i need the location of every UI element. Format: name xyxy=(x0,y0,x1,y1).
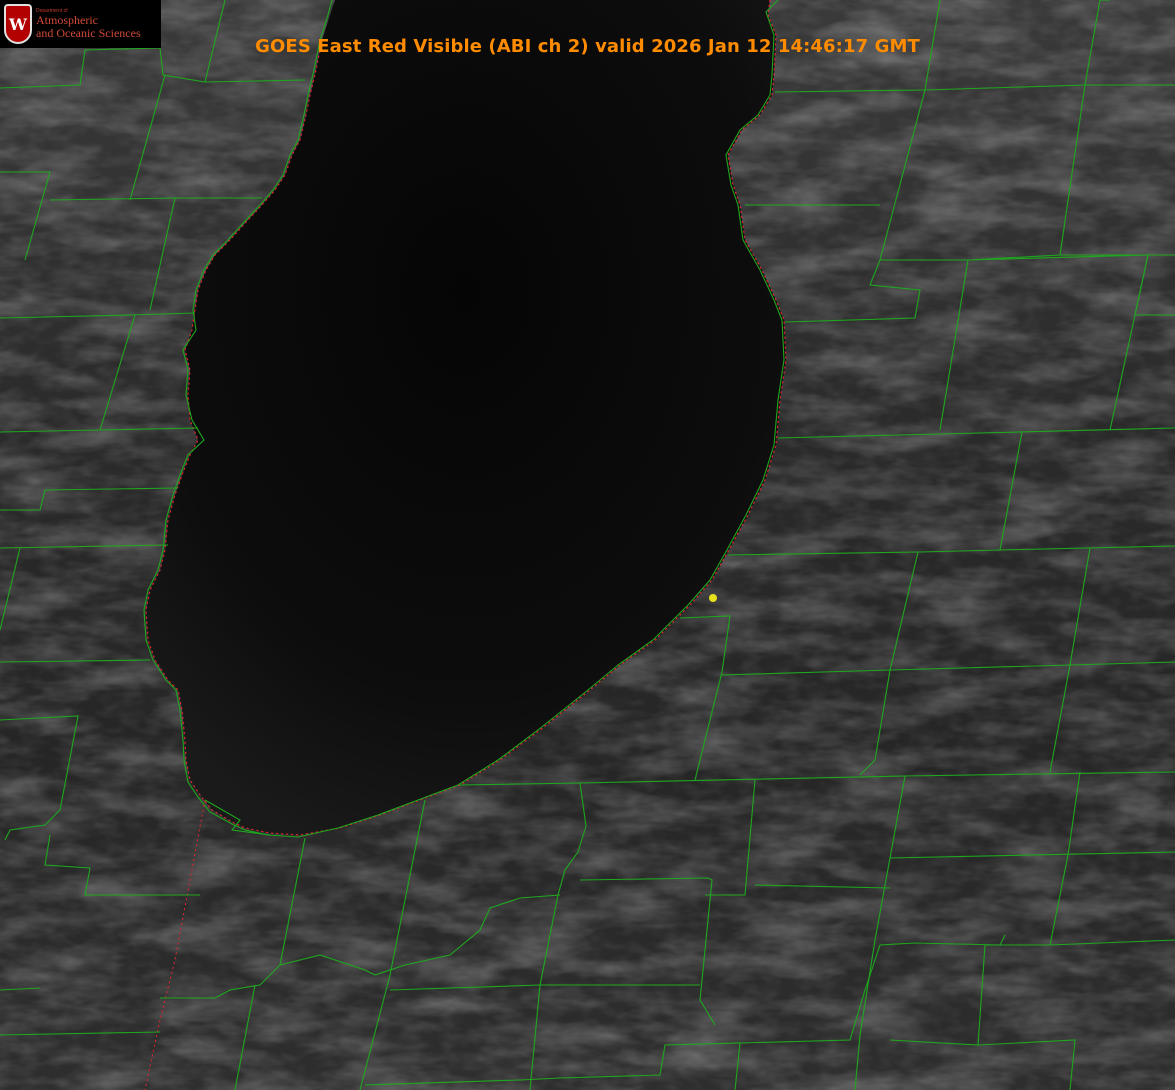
logo-line-1: Atmospheric xyxy=(36,13,98,28)
location-marker xyxy=(709,594,717,602)
logo-text: Department of Atmospheric and Oceanic Sc… xyxy=(36,8,141,39)
satellite-map xyxy=(0,0,1175,1090)
crest-letter: W xyxy=(9,14,27,34)
image-title: GOES East Red Visible (ABI ch 2) valid 2… xyxy=(255,36,920,57)
